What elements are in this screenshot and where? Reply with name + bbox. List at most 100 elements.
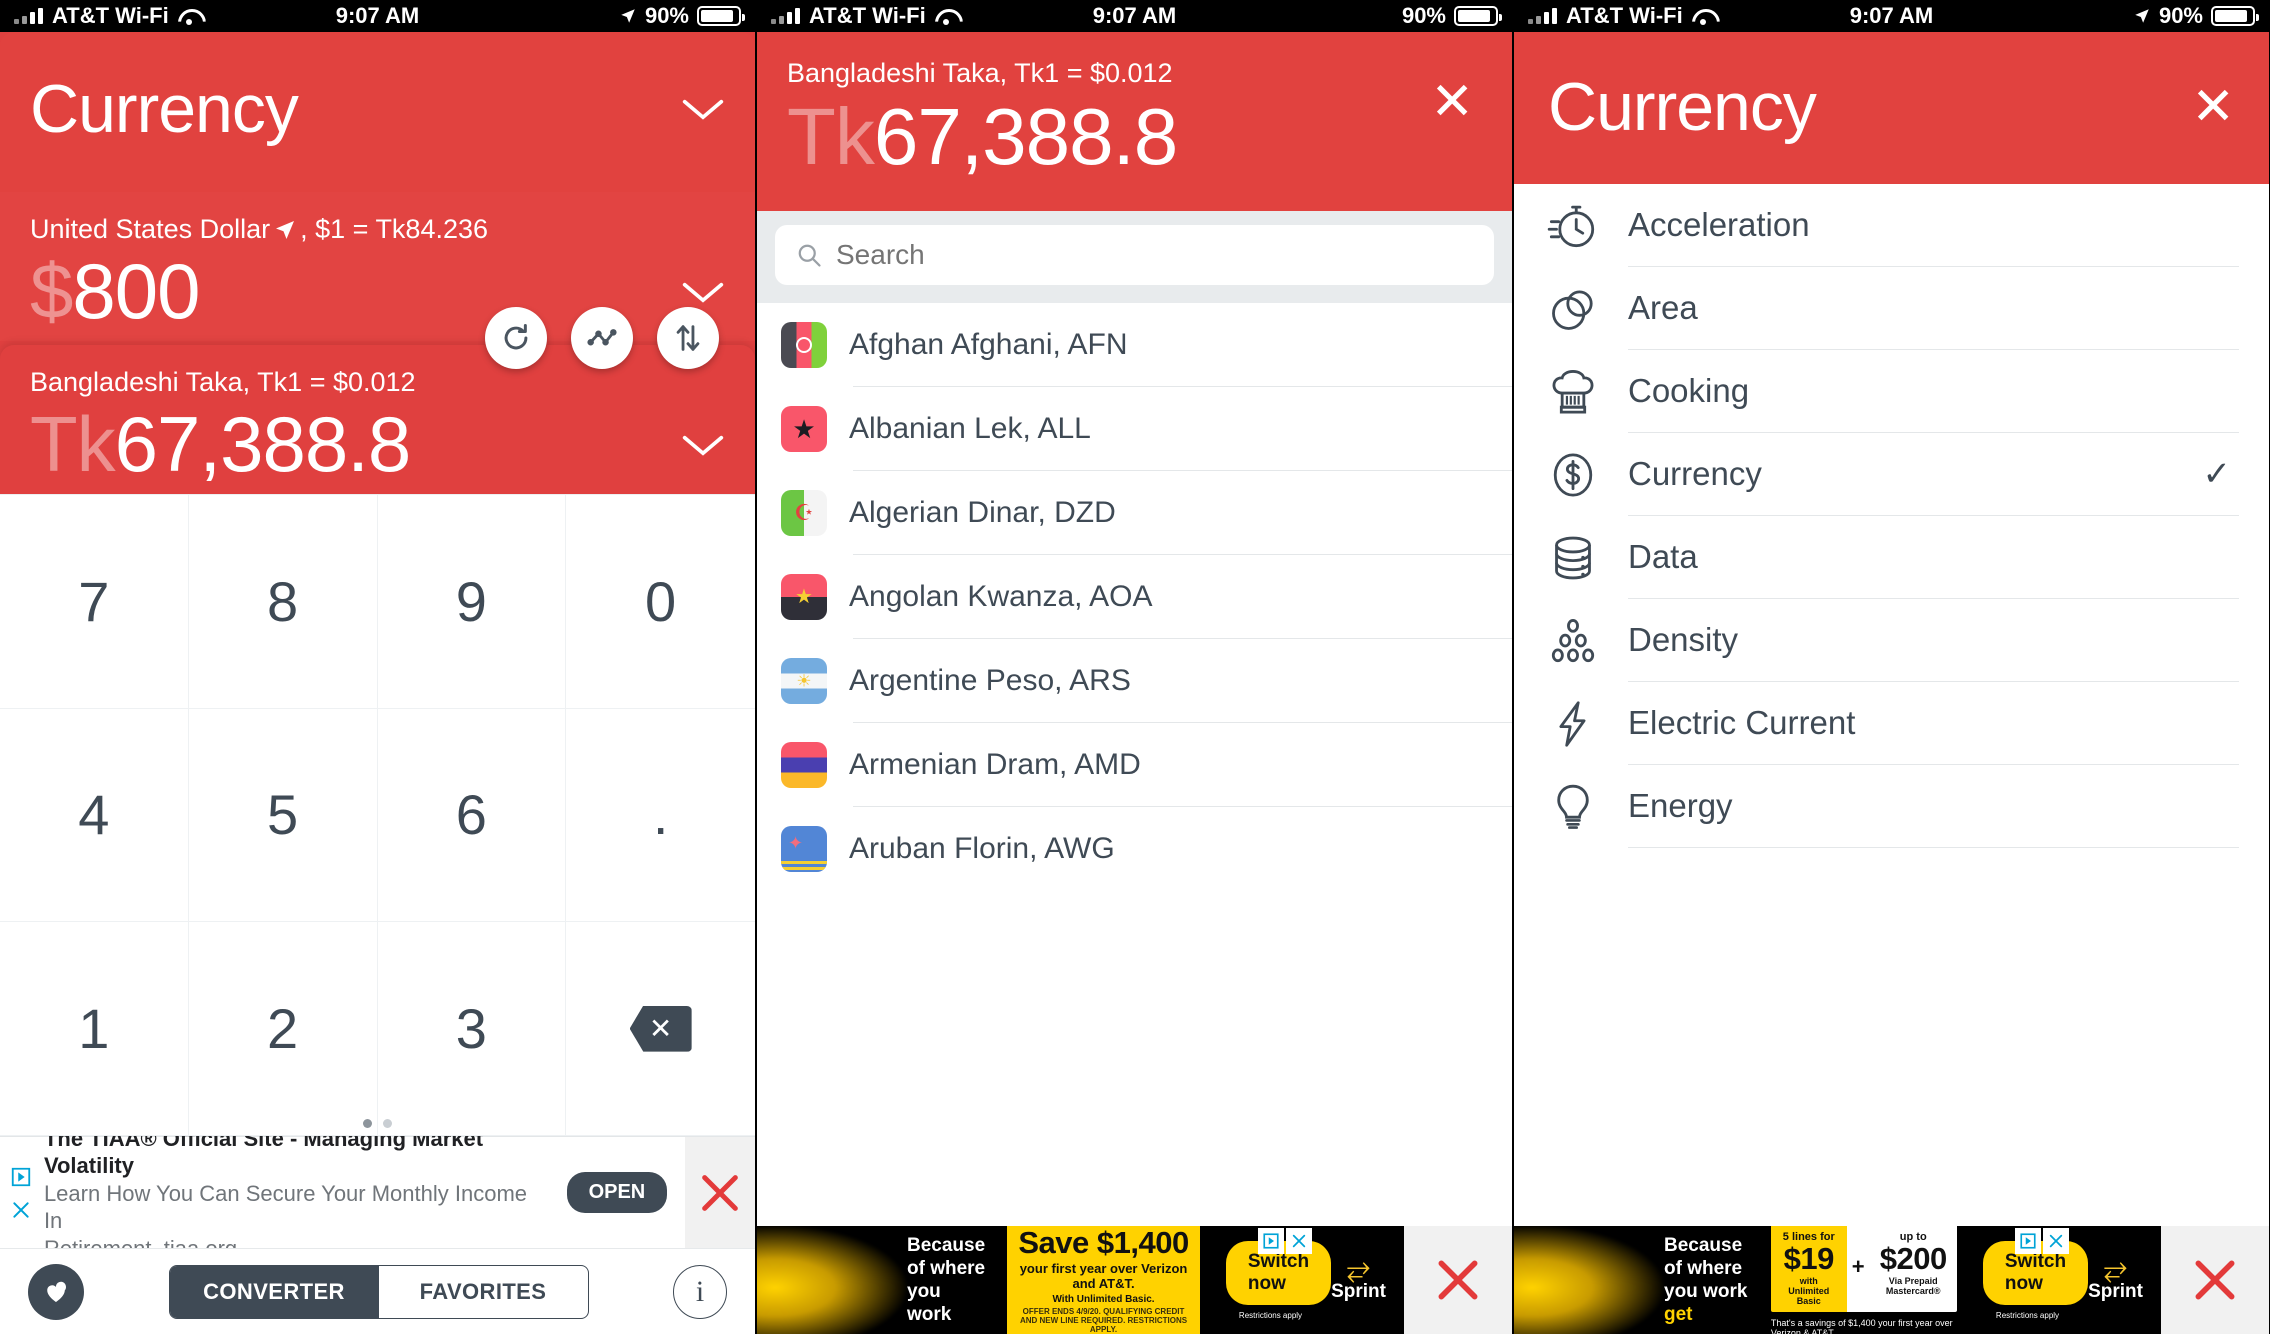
close-icon: [702, 1174, 738, 1211]
list-item-label: Algerian Dinar, DZD: [849, 495, 1116, 529]
list-item[interactable]: ☀ Argentine Peso, ARS: [757, 639, 1512, 722]
picker-amount: Tk67,388.8: [787, 97, 1430, 177]
chevron-down-icon[interactable]: [681, 278, 725, 306]
battery-percent-label: 90%: [1401, 3, 1446, 28]
category-list[interactable]: Acceleration Area Cooking Currency ✓ Dat…: [1514, 184, 2269, 1226]
tiaa-ad-banner[interactable]: The TIAA® Official Site - Managing Marke…: [0, 1126, 755, 1261]
panel-category-list: AT&T Wi-Fi 9:07 AM 90% Currency ✕ Accele…: [1514, 0, 2269, 1334]
sidebar-item-electric-current[interactable]: Electric Current: [1514, 682, 2269, 765]
ad-content[interactable]: Because of where you work get 5 lines fo…: [1514, 1226, 2161, 1334]
adchoices-icon[interactable]: [10, 1166, 32, 1188]
chevron-down-icon[interactable]: [681, 95, 725, 123]
ad-headline: Because of where you work get: [1664, 1234, 1748, 1326]
key-9[interactable]: 9: [377, 494, 567, 709]
swap-button[interactable]: [657, 306, 719, 369]
ad-content[interactable]: Because of where you work Save $1,400 yo…: [757, 1226, 1404, 1334]
list-item-label: Armenian Dram, AMD: [849, 747, 1141, 781]
list-item[interactable]: ☪ Algerian Dinar, DZD: [757, 471, 1512, 554]
refresh-button[interactable]: [485, 306, 547, 369]
tab-converter[interactable]: CONVERTER: [169, 1265, 379, 1318]
category-close-button[interactable]: ✕: [2191, 81, 2235, 133]
sidebar-item-density[interactable]: Density: [1514, 599, 2269, 682]
key-decimal[interactable]: .: [566, 709, 755, 923]
ad-open-button[interactable]: OPEN: [566, 1172, 668, 1213]
ad-offer-b-main: $200: [1879, 1240, 1947, 1276]
picker-amount-value: 67,388.8: [873, 92, 1178, 181]
list-item[interactable]: ✦ Aruban Florin, AWG: [757, 807, 1512, 890]
page-title: Currency: [1548, 69, 1817, 145]
database-icon: [1544, 529, 1602, 587]
status-bar-3: AT&T Wi-Fi 9:07 AM 90%: [1514, 0, 2269, 32]
key-0[interactable]: 0: [566, 495, 755, 709]
backspace-icon: ✕: [629, 1005, 692, 1052]
ad-brand: ⥂ Sprint: [1331, 1252, 1386, 1303]
ad-close-button[interactable]: [2161, 1255, 2269, 1305]
segmented-control: CONVERTER FAVORITES: [168, 1264, 589, 1319]
key-backspace[interactable]: ✕: [566, 922, 755, 1136]
sidebar-item-data[interactable]: Data: [1514, 516, 2269, 599]
sprint-ad-banner[interactable]: Because of where you work get 5 lines fo…: [1514, 1226, 2269, 1334]
list-item[interactable]: Armenian Dram, AMD: [757, 723, 1512, 806]
to-currency-block[interactable]: Bangladeshi Taka, Tk1 = $0.012 Tk67,388.…: [0, 306, 755, 494]
category-label: Acceleration: [1628, 206, 1810, 243]
to-amount-value: 67,388.8: [114, 399, 412, 488]
key-6[interactable]: 6: [377, 708, 567, 923]
sidebar-item-currency[interactable]: Currency ✓: [1514, 433, 2269, 516]
ad-offer-main: Save $1,400: [1018, 1226, 1189, 1260]
ad-offer-b: up to $200 Via Prepaid Mastercard®: [1869, 1226, 1957, 1312]
favorite-button[interactable]: [28, 1263, 84, 1320]
key-3[interactable]: 3: [377, 922, 567, 1136]
close-icon[interactable]: [11, 1200, 31, 1220]
list-item-label: Afghan Afghani, AFN: [849, 327, 1128, 361]
ad-close-button[interactable]: [685, 1137, 755, 1248]
key-8[interactable]: 8: [188, 494, 378, 709]
chef-hat-icon: [1544, 363, 1602, 421]
flag-albania: ★: [781, 405, 827, 452]
ad-offer-a: 5 lines for $19 with Unlimited Basic: [1770, 1226, 1847, 1312]
chevron-down-icon[interactable]: [681, 431, 725, 459]
ad-offer-a-main: $19: [1783, 1240, 1835, 1276]
search-input[interactable]: [836, 239, 1474, 271]
key-7[interactable]: 7: [0, 494, 189, 709]
search-box[interactable]: [775, 225, 1494, 285]
cellular-signal-icon: [1528, 8, 1557, 24]
ad-offer-sub: your first year over Verizon and AT&T.: [1019, 1260, 1188, 1291]
tab-favorites[interactable]: FAVORITES: [379, 1266, 588, 1318]
list-item[interactable]: ★ Albanian Lek, ALL: [757, 387, 1512, 470]
sidebar-item-acceleration[interactable]: Acceleration: [1514, 184, 2269, 267]
ad-close-button[interactable]: [1404, 1255, 1512, 1305]
sidebar-item-cooking[interactable]: Cooking: [1514, 350, 2269, 433]
chart-button[interactable]: [571, 306, 633, 369]
search-icon: [798, 244, 821, 267]
status-bar-1: AT&T Wi-Fi 9:07 AM 90%: [0, 0, 755, 32]
adchoices-icon[interactable]: [2015, 1228, 2041, 1254]
sidebar-item-area[interactable]: Area: [1514, 267, 2269, 350]
ad-restrictions: Restrictions apply: [1995, 1310, 2060, 1320]
swap-vertical-icon: [676, 325, 700, 351]
page-dot-active[interactable]: [363, 1119, 372, 1128]
list-item[interactable]: Afghan Afghani, AFN: [757, 303, 1512, 386]
category-label: Currency: [1628, 455, 1762, 492]
key-5[interactable]: 5: [188, 708, 378, 923]
to-currency-label: Bangladeshi Taka, Tk1 = $0.012: [30, 366, 416, 397]
close-icon[interactable]: [2043, 1228, 2069, 1254]
close-icon: [1438, 1260, 1478, 1300]
category-label: Area: [1628, 289, 1698, 326]
key-1[interactable]: 1: [0, 922, 189, 1136]
page-dot[interactable]: [383, 1119, 392, 1128]
picker-close-button[interactable]: ✕: [1430, 58, 1482, 128]
wifi-icon: [1692, 8, 1714, 25]
category-label: Data: [1628, 538, 1698, 575]
close-icon[interactable]: [1286, 1228, 1312, 1254]
adchoices-icon[interactable]: [1258, 1228, 1284, 1254]
key-4[interactable]: 4: [0, 708, 189, 923]
battery-percent-label: 90%: [644, 3, 689, 28]
info-button[interactable]: i: [673, 1264, 727, 1319]
list-item-label: Albanian Lek, ALL: [849, 411, 1091, 445]
key-2[interactable]: 2: [188, 922, 378, 1136]
currency-list[interactable]: Afghan Afghani, AFN ★ Albanian Lek, ALL …: [757, 303, 1512, 1226]
sprint-ad-banner[interactable]: Because of where you work Save $1,400 yo…: [757, 1226, 1512, 1334]
ad-badges: [2015, 1228, 2069, 1254]
list-item[interactable]: ★ Angolan Kwanza, AOA: [757, 555, 1512, 638]
sidebar-item-energy[interactable]: Energy: [1514, 765, 2269, 848]
